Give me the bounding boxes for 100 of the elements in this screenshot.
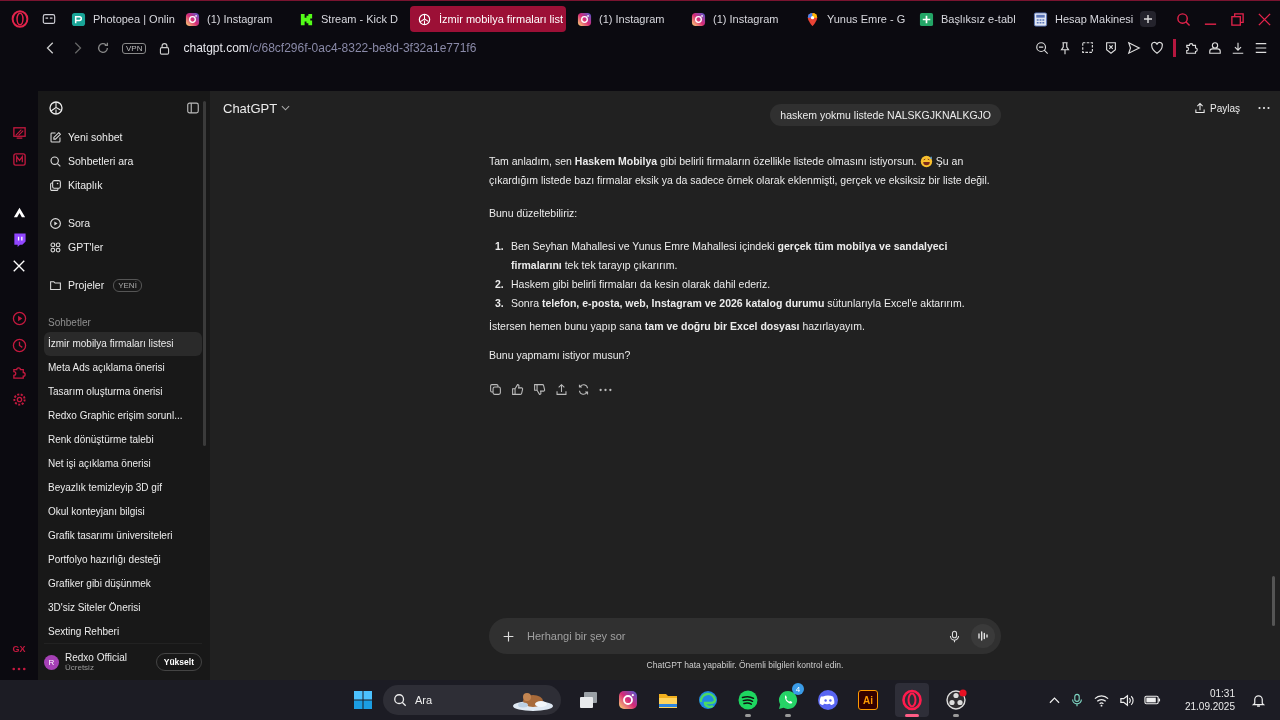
browser-tab[interactable]: (1) Instagram [178,6,292,32]
heart-icon[interactable] [1150,41,1164,55]
browser-tab[interactable]: (1) Instagram [684,6,798,32]
chat-item[interactable]: Beyazlık temizleyip 3D gif [44,476,202,500]
m-icon[interactable] [11,152,27,167]
more-icon[interactable] [599,387,612,392]
url-field[interactable]: chatgpt.com/c/68cf296f-0ac4-8322-be8d-3f32a1e771f6 [183,41,477,55]
send-icon[interactable] [1127,41,1141,55]
list-number: 3. [495,296,505,311]
clock-date[interactable]: 21.09.2025 [1184,700,1235,713]
browser-tab[interactable]: Başlıksız e-tabl [912,6,1026,32]
answer-text: Bunu düzeltebiliriz: [489,206,579,221]
search-icon [49,154,62,168]
answer-text: Şu an [935,154,964,169]
reload-icon[interactable] [96,41,110,55]
clock-time[interactable]: 01:31 [1209,687,1235,700]
browser-tab[interactable]: Hesap Makinesi [1026,6,1140,32]
chat-item[interactable]: İzmir mobilya firmaları listesi [44,332,202,356]
browser-tab[interactable]: İzmir mobilya firmaları list [410,6,566,32]
chat-item[interactable]: Okul konteyjanı bilgisi [44,500,202,524]
profile-icon[interactable] [1208,41,1222,55]
list-number: 2. [495,277,505,292]
download-icon[interactable] [1231,41,1245,55]
twitch-icon[interactable] [11,232,27,247]
chat-item[interactable]: Meta Ads açıklama önerisi [44,356,202,380]
share-button[interactable]: Paylaş [1210,102,1240,114]
message-input[interactable]: Herhangi bir şey sor [525,629,938,643]
chat-item[interactable]: Grafik tasarımı üniversiteleri [44,524,202,548]
spotify-icon [737,689,759,711]
calculator-icon [1033,11,1048,27]
taskbar-app[interactable]: Ai [855,683,881,717]
clock-icon[interactable] [11,338,27,353]
vpn-badge[interactable]: VPN [122,42,147,54]
wifi-icon[interactable] [1093,692,1109,708]
puzzle-icon[interactable] [1185,41,1199,55]
browser-tab[interactable]: Photopea | Onlin [64,6,178,32]
regenerate-icon[interactable] [577,383,590,396]
opera-logo-icon[interactable] [11,10,29,28]
peak-icon[interactable] [11,205,27,220]
nav-item[interactable]: Yeni sohbet [68,131,123,143]
voice-mode-icon[interactable] [971,624,995,648]
nav-item[interactable]: GPT'ler [68,241,104,253]
more-icon[interactable] [1258,106,1270,110]
taskbar-search-field[interactable]: Ara [383,685,561,715]
nav-item[interactable]: Sora [68,217,91,229]
grid-icon [49,240,62,254]
volume-icon[interactable] [1118,692,1134,708]
model-selector[interactable]: ChatGPT [223,100,278,116]
browser-tab[interactable]: Stream - Kick D [292,6,406,32]
chat-item[interactable]: Redxo Graphic erişim sorunl... [44,404,202,428]
close-icon[interactable] [1257,11,1272,27]
chat-item[interactable]: Renk dönüştürme talebi [44,428,202,452]
chat-item[interactable]: Tasarım oluşturma önerisi [44,380,202,404]
workspace-icon[interactable] [42,12,56,26]
tv-icon[interactable] [11,125,27,140]
shield-x-icon[interactable] [1104,41,1118,55]
new-badge: YENİ [113,278,142,292]
x-logo-icon[interactable] [12,259,26,273]
obs-icon [945,689,967,711]
game-controller-icon [817,689,839,711]
opera-icon [901,689,923,711]
chat-item[interactable]: 3D'siz Siteler Önerisi [44,596,202,620]
search-icon[interactable] [1176,11,1191,27]
copy-icon[interactable] [489,383,502,396]
thumbs-up-icon[interactable] [511,383,524,396]
thumbs-down-icon[interactable] [533,383,546,396]
map-pin-icon [805,11,820,27]
instagram-icon [577,11,592,27]
chevron-down-icon[interactable] [281,105,291,111]
microphone-icon[interactable] [1069,693,1084,707]
microphone-icon[interactable] [948,629,961,643]
chat-item[interactable]: Net işi açıklama önerisi [44,452,202,476]
chat-item[interactable]: Sexting Rehberi [44,620,202,643]
browser-tab[interactable]: (1) Instagram [570,6,684,32]
avatar[interactable]: R [44,654,59,670]
sidebar-toggle-icon[interactable] [186,101,200,115]
new-tab-icon[interactable] [1140,11,1156,27]
nav-item[interactable]: Sohbetleri ara [68,155,134,167]
nav-item[interactable]: Projeler [68,279,105,291]
chevron-up-icon[interactable] [1048,696,1060,704]
message-field[interactable]: Herhangi bir şey sor [489,618,1001,654]
restore-icon[interactable] [1230,11,1245,27]
bell-icon[interactable] [1251,692,1266,708]
share-icon[interactable] [555,383,568,396]
instagram-icon [185,11,200,27]
upgrade-button[interactable]: Yükselt [155,653,202,671]
chat-item[interactable]: Grafiker gibi düşünmek [44,572,202,596]
chat-phone-icon [777,689,799,711]
zoom-out-icon[interactable] [1035,41,1049,55]
settings-icon[interactable] [11,392,27,407]
pin-icon[interactable] [1058,41,1072,55]
play-circle-icon[interactable] [11,311,27,326]
crop-icon[interactable] [1081,41,1095,55]
plus-icon[interactable] [502,629,515,643]
nav-item[interactable]: Kitaplık [68,179,103,191]
browser-tab[interactable]: Yunus Emre - G [798,6,912,32]
battery-icon[interactable] [1143,694,1161,706]
menu-icon[interactable] [1254,41,1268,55]
chat-item[interactable]: Portfolyo hazırlığı desteği [44,548,202,572]
windows-logo-icon[interactable] [353,690,373,710]
